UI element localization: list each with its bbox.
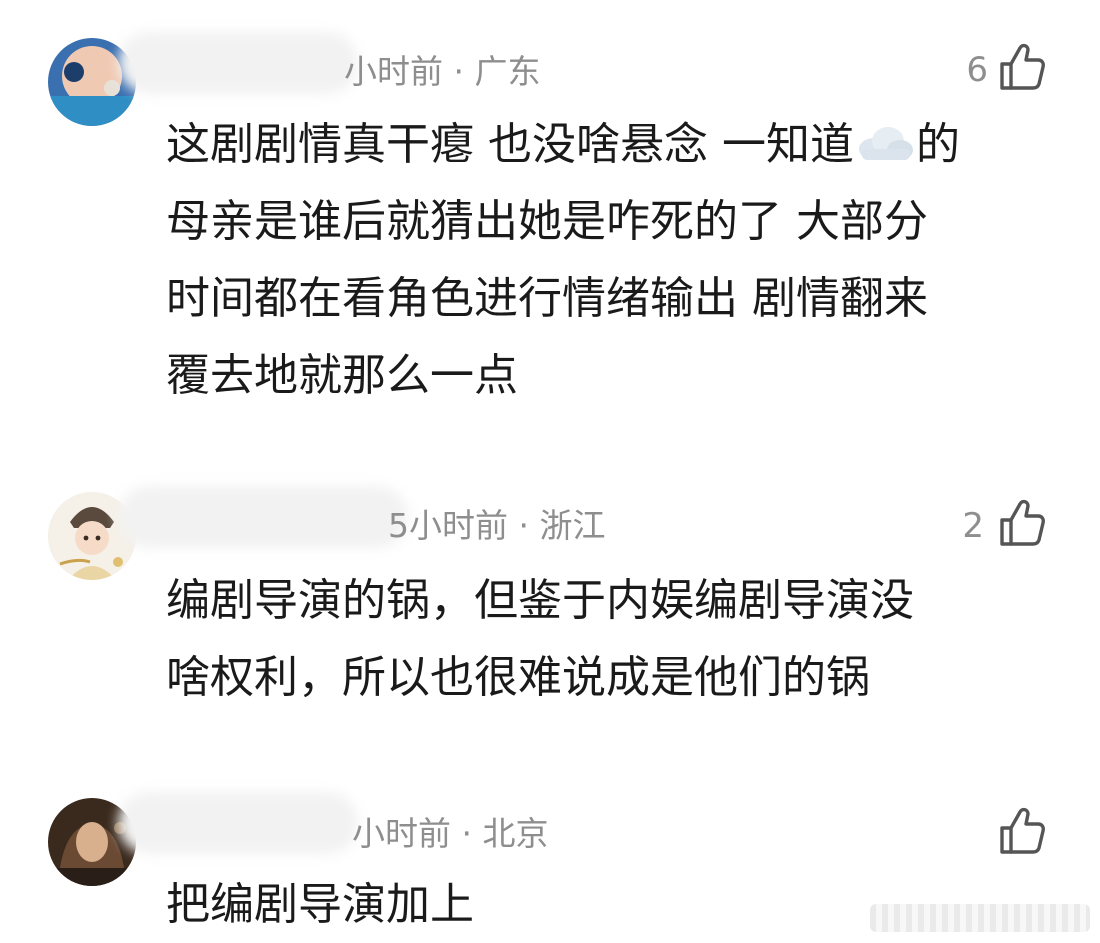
username-blurred[interactable]	[118, 32, 358, 94]
comment-item: 小时前 · 广东 6 这剧剧情真干瘪 也没啥悬念 一知道 的 母亲是谁后就猜出她…	[0, 0, 1100, 420]
comment-text: 这剧剧情真干瘪 也没啥悬念 一知道 的 母亲是谁后就猜出她是咋死的了 大部分 时…	[166, 106, 1056, 414]
comment-meta: 小时前 · 广东	[344, 52, 541, 91]
comment-line-text: 这剧剧情真干瘪 也没啥悬念 一知道	[166, 119, 854, 170]
cloud-emoji	[858, 127, 913, 160]
comment-line: 覆去地就那么一点	[166, 350, 518, 401]
comment-meta: 小时前 · 北京	[352, 814, 549, 853]
comment-line: 这剧剧情真干瘪 也没啥悬念 一知道 的	[166, 106, 1056, 183]
username-blurred[interactable]	[118, 486, 408, 548]
comment-meta: 5小时前 · 浙江	[388, 506, 606, 545]
watermark-blurred	[870, 904, 1090, 932]
thumbs-up-icon[interactable]	[996, 42, 1048, 94]
comment-item: 5小时前 · 浙江 2 编剧导演的锅，但鉴于内娱编剧导演没 啥权利，所以也很难说…	[0, 470, 1100, 730]
comment-line: 时间都在看角色进行情绪输出 剧情翻来	[166, 273, 928, 324]
comment-text: 编剧导演的锅，但鉴于内娱编剧导演没 啥权利，所以也很难说成是他们的锅	[166, 562, 1056, 716]
thumbs-up-icon[interactable]	[996, 806, 1048, 858]
comment-line: 编剧导演的锅，但鉴于内娱编剧导演没	[166, 575, 914, 626]
thumbs-up-icon[interactable]	[996, 498, 1048, 550]
comment-line: 母亲是谁后就猜出她是咋死的了 大部分	[166, 196, 928, 247]
like-count: 6	[966, 50, 988, 90]
comment-line: 啥权利，所以也很难说成是他们的锅	[166, 652, 870, 703]
like-count: 2	[962, 506, 984, 546]
username-blurred[interactable]	[118, 792, 358, 854]
comment-line-text: 的	[915, 119, 960, 170]
